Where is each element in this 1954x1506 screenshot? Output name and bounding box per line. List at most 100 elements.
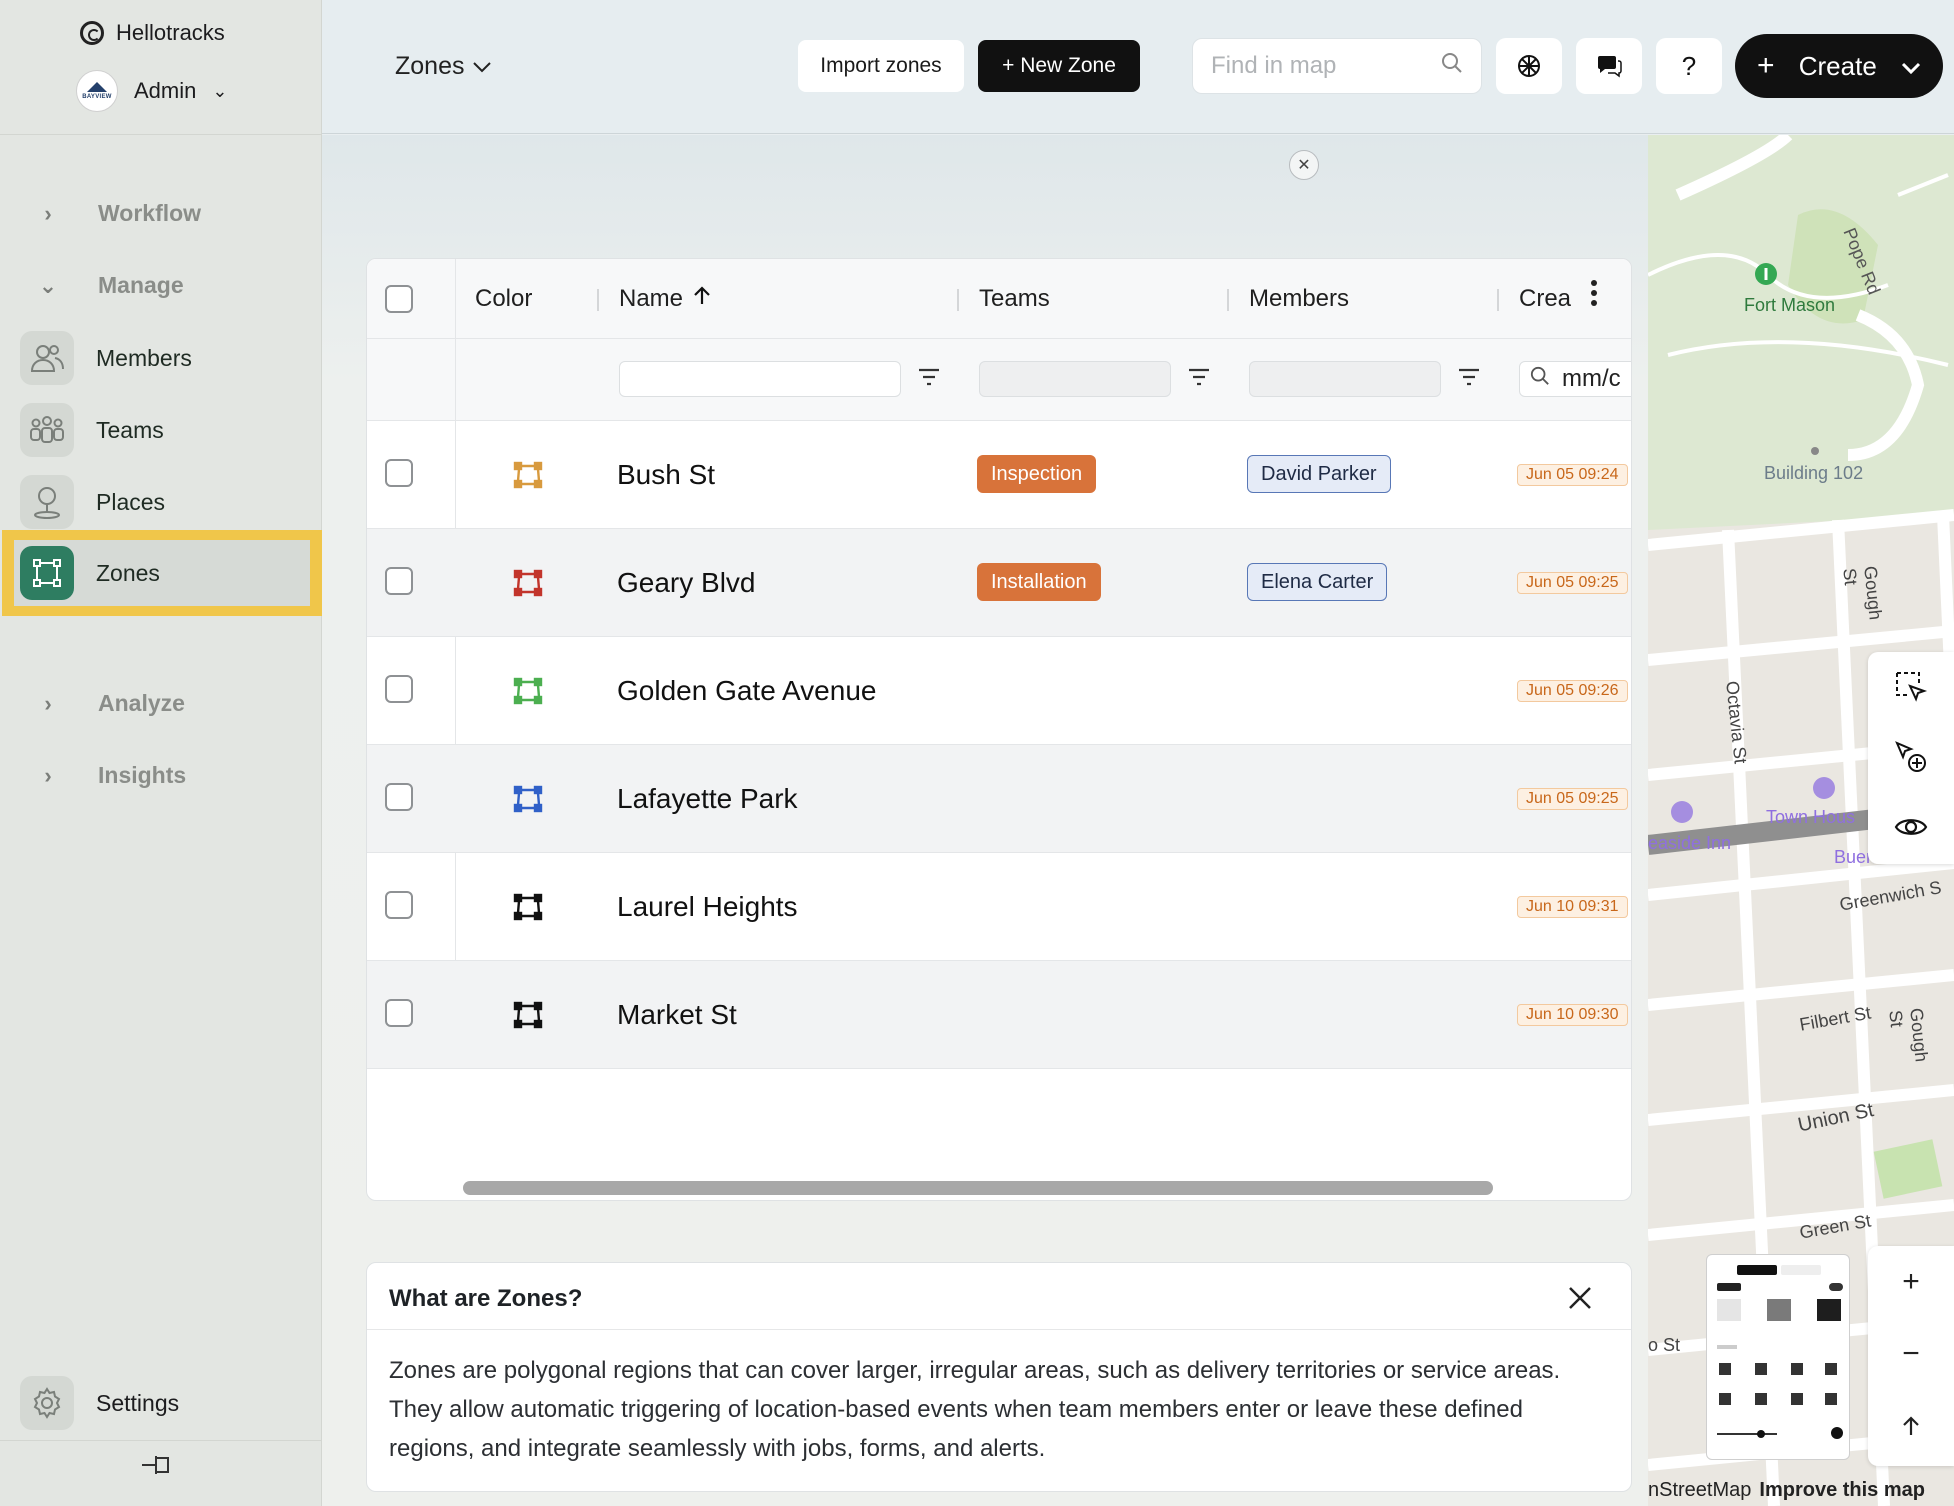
zoom-out-button[interactable]: −	[1868, 1318, 1954, 1390]
nav-group-manage[interactable]: ⌄ Manage	[38, 272, 184, 299]
sidebar-item-members[interactable]: Members	[20, 330, 306, 386]
column-resizer[interactable]	[1497, 289, 1499, 311]
create-button[interactable]: + Create	[1735, 34, 1943, 98]
filter-icon[interactable]	[917, 365, 941, 389]
created-date-badge: Jun 10 09:31	[1517, 896, 1628, 918]
member-badge[interactable]: Elena Carter	[1247, 563, 1388, 601]
row-checkbox[interactable]	[385, 675, 413, 703]
nav-group-label: Analyze	[98, 690, 185, 716]
nav-group-workflow[interactable]: › Workflow	[38, 200, 201, 227]
pin-sidebar-icon[interactable]	[140, 1452, 174, 1485]
sidebar-item-zones[interactable]: Zones	[2, 530, 322, 616]
ai-assistant-button[interactable]	[1496, 38, 1562, 94]
zone-name[interactable]: Geary Blvd	[617, 567, 756, 599]
improve-map-link[interactable]: Improve this map	[1759, 1479, 1925, 1502]
zones-table: Color Name Teams Members Crea mm/c Bush …	[366, 258, 1632, 1201]
table-row[interactable]: Lafayette Park Jun 05 09:25	[367, 745, 1631, 853]
column-header-name[interactable]: Name	[619, 285, 711, 313]
nav-group-analyze[interactable]: › Analyze	[38, 690, 185, 717]
created-date-filter-input[interactable]: mm/c	[1519, 361, 1631, 397]
info-card: What are Zones? Zones are polygonal regi…	[366, 1262, 1632, 1492]
create-button-label: Create	[1798, 50, 1877, 81]
table-row[interactable]: Bush St Inspection David Parker Jun 05 09:2…	[367, 421, 1631, 529]
close-panel-button[interactable]: ✕	[1289, 150, 1319, 180]
sidebar-item-teams[interactable]: Teams	[20, 402, 306, 458]
column-resizer[interactable]	[597, 289, 599, 311]
team-badge[interactable]: Installation	[977, 563, 1101, 601]
zone-color-icon	[513, 461, 543, 489]
map-label: Town Hous	[1766, 807, 1856, 827]
nav-group-insights[interactable]: › Insights	[38, 762, 186, 789]
filter-icon[interactable]	[1187, 365, 1211, 389]
select-area-tool-icon[interactable]	[1868, 652, 1954, 722]
row-checkbox[interactable]	[385, 999, 413, 1027]
sidebar-item-settings[interactable]: Settings	[20, 1376, 179, 1430]
zone-name[interactable]: Bush St	[617, 459, 715, 491]
search-icon	[1441, 52, 1463, 81]
zone-name[interactable]: Laurel Heights	[617, 891, 798, 923]
visibility-eye-icon[interactable]	[1868, 792, 1954, 862]
teams-filter-input[interactable]	[979, 361, 1171, 397]
map-layers-preview[interactable]	[1706, 1254, 1850, 1460]
section-dropdown[interactable]: Zones	[395, 52, 492, 81]
column-resizer[interactable]	[957, 289, 959, 311]
created-date-badge: Jun 05 09:25	[1517, 788, 1628, 810]
member-badge[interactable]: David Parker	[1247, 455, 1391, 493]
column-header-label: Name	[619, 285, 684, 312]
help-button[interactable]: ?	[1656, 38, 1722, 94]
chat-button[interactable]	[1576, 38, 1642, 94]
arrow-up-icon	[1903, 1416, 1919, 1435]
import-zones-button[interactable]: Import zones	[798, 40, 964, 92]
sidebar: Hellotracks BAYVIEW Admin ⌄ › Workflow ⌄…	[0, 0, 322, 1506]
map-label: Fort Mason	[1744, 295, 1836, 315]
table-header-row: Color Name Teams Members Crea	[367, 259, 1631, 339]
new-zone-button[interactable]: + New Zone	[978, 40, 1140, 92]
table-row[interactable]: Market St Jun 10 09:30	[367, 961, 1631, 1069]
column-header-color[interactable]: Color	[475, 285, 532, 313]
column-menu-icon[interactable]	[1591, 279, 1597, 313]
select-all-checkbox[interactable]	[385, 285, 413, 313]
zone-name[interactable]: Market St	[617, 999, 737, 1031]
zone-name[interactable]: Lafayette Park	[617, 783, 798, 815]
map-attribution: nStreetMap Improve this map	[1648, 1474, 1954, 1506]
info-body: Zones are polygonal regions that can cov…	[389, 1357, 1561, 1462]
map-label: o St	[1648, 1335, 1681, 1355]
filter-icon[interactable]	[1457, 365, 1481, 389]
hellotracks-logo-icon	[80, 21, 104, 45]
zone-color-icon	[513, 1001, 543, 1029]
search-icon	[1530, 365, 1550, 393]
row-checkbox[interactable]	[385, 459, 413, 487]
account-switcher[interactable]: BAYVIEW Admin ⌄	[76, 70, 227, 112]
info-title: What are Zones?	[389, 1285, 583, 1312]
find-in-map-input[interactable]: Find in map	[1192, 38, 1482, 94]
zoom-in-button[interactable]: +	[1868, 1246, 1954, 1318]
horizontal-scrollbar[interactable]	[463, 1181, 1493, 1195]
column-header-teams[interactable]: Teams	[979, 285, 1050, 313]
reset-north-button[interactable]	[1868, 1390, 1954, 1462]
sidebar-item-label: Places	[96, 488, 166, 515]
brand[interactable]: Hellotracks	[80, 20, 225, 46]
close-info-button[interactable]	[1567, 1281, 1593, 1320]
column-header-created[interactable]: Crea	[1519, 285, 1571, 313]
place-pin-icon	[20, 475, 74, 529]
column-header-members[interactable]: Members	[1249, 285, 1349, 313]
add-point-tool-icon[interactable]	[1868, 722, 1954, 792]
zone-name[interactable]: Golden Gate Avenue	[617, 675, 876, 707]
row-checkbox[interactable]	[385, 567, 413, 595]
row-checkbox[interactable]	[385, 891, 413, 919]
table-row[interactable]: Geary Blvd Installation Elena Carter Jun 05…	[367, 529, 1631, 637]
created-date-badge: Jun 05 09:24	[1517, 464, 1628, 486]
date-filter-placeholder: mm/c	[1562, 365, 1621, 392]
table-row[interactable]: Laurel Heights Jun 10 09:31	[367, 853, 1631, 961]
map-tools	[1868, 652, 1954, 864]
table-row[interactable]: Golden Gate Avenue Jun 05 09:26	[367, 637, 1631, 745]
row-checkbox[interactable]	[385, 783, 413, 811]
members-filter-input[interactable]	[1249, 361, 1441, 397]
zoom-controls: + −	[1868, 1246, 1954, 1466]
column-resizer[interactable]	[1227, 289, 1229, 311]
name-filter-input[interactable]	[619, 361, 901, 397]
layers-panel-thumbnail-icon	[1717, 1265, 1843, 1439]
sidebar-item-zones-inner: Zones	[14, 540, 310, 606]
sidebar-item-places[interactable]: Places	[20, 474, 306, 530]
team-badge[interactable]: Inspection	[977, 455, 1097, 493]
